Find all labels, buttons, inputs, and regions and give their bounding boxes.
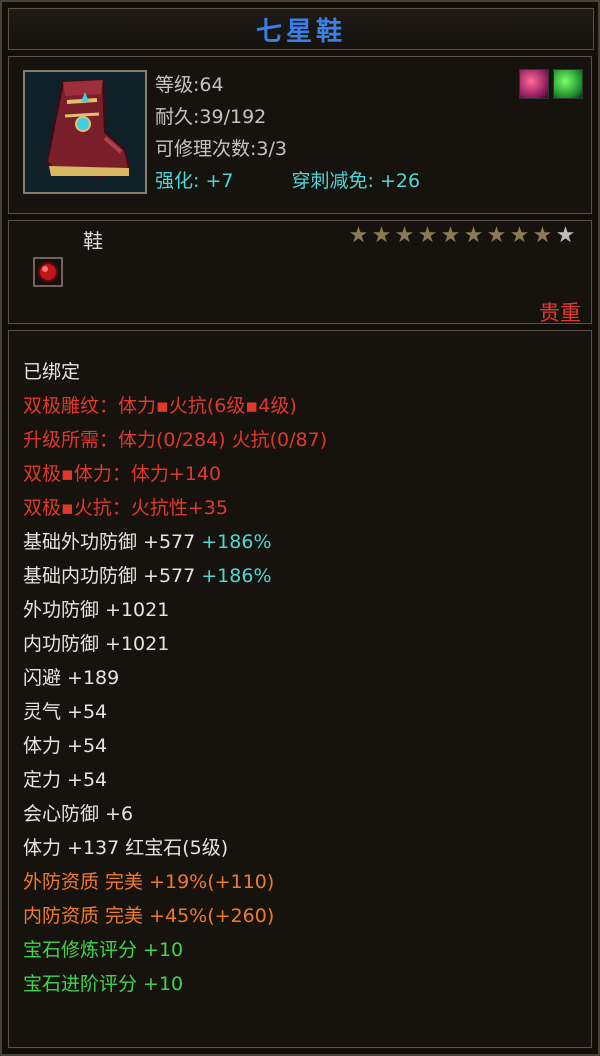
attribute-row: 双极雕纹：体力▪火抗(6级▪4级): [23, 389, 327, 423]
attribute-text: 体力 +137 红宝石(5级): [23, 837, 229, 859]
attribute-text: 外功防御 +1021: [23, 599, 170, 621]
star-rating: ★ ★ ★ ★ ★ ★ ★ ★ ★ ★: [347, 225, 577, 247]
attribute-text: 定力 +54: [23, 769, 108, 791]
attribute-row: 宝石进阶评分 +10: [23, 967, 327, 1001]
attribute-text: 基础外功防御 +577: [23, 531, 202, 553]
item-title-bar: 七星鞋: [8, 8, 594, 50]
attribute-text: 升级所需：体力(0/284) 火抗(0/87): [23, 429, 328, 451]
attribute-text: 已绑定: [23, 361, 81, 383]
repair-count-text: 可修理次数:3/3: [155, 138, 287, 160]
item-stats: 等级:64 耐久:39/192 可修理次数:3/3 强化: +7 穿刺减免: +…: [155, 69, 420, 197]
rarity-label: 贵重: [539, 301, 581, 325]
attribute-row: 双极▪体力：体力+140: [23, 457, 327, 491]
fire-rune-icon: [519, 69, 549, 99]
attribute-row: 外功防御 +1021: [23, 593, 327, 627]
attribute-row: 升级所需：体力(0/284) 火抗(0/87): [23, 423, 327, 457]
attribute-text: 闪避 +189: [23, 667, 120, 689]
attribute-text: 会心防御 +6: [23, 803, 134, 825]
attribute-list: 已绑定双极雕纹：体力▪火抗(6级▪4级) 升级所需：体力(0/284) 火抗(0/…: [23, 355, 327, 1001]
attribute-row: 灵气 +54: [23, 695, 327, 729]
attribute-bonus: +186%: [201, 565, 272, 587]
attribute-row: 内防资质 完美 +45%(+260): [23, 899, 327, 933]
star-filled-icon: ★: [371, 223, 392, 248]
attribute-row: 定力 +54: [23, 763, 327, 797]
attribute-text: 外防资质 完美 +19%(+110): [23, 871, 275, 893]
attribute-text: 内防资质 完美 +45%(+260): [23, 905, 275, 927]
star-filled-icon: ★: [463, 223, 484, 248]
star-filled-icon: ★: [532, 223, 553, 248]
ruby-gem-icon: [33, 257, 63, 287]
pierce-reduction-text: 穿刺减免: +26: [291, 170, 421, 192]
attribute-row: 基础外功防御 +577 +186%: [23, 525, 327, 559]
attribute-row: 宝石修炼评分 +10: [23, 933, 327, 967]
nature-rune-icon: [553, 69, 583, 99]
level-text: 等级:64: [155, 74, 224, 96]
boot-icon: [23, 70, 147, 194]
attribute-row: 外防资质 完美 +19%(+110): [23, 865, 327, 899]
enhance-line: 强化: +7 穿刺减免: +26: [155, 165, 420, 197]
star-filled-icon: ★: [348, 223, 369, 248]
attributes-panel: 已绑定双极雕纹：体力▪火抗(6级▪4级) 升级所需：体力(0/284) 火抗(0/…: [8, 330, 592, 1048]
attribute-row: 内功防御 +1021: [23, 627, 327, 661]
attribute-text: 双极▪体力：体力+140: [23, 463, 222, 485]
item-tooltip: 七星鞋 等级:64 耐久:39/192 可修理次数:3/3 强化: +7 穿刺减…: [0, 0, 600, 1056]
enhance-text: 强化: +7: [155, 170, 234, 192]
attribute-text: 内功防御 +1021: [23, 633, 170, 655]
attribute-row: 闪避 +189: [23, 661, 327, 695]
attribute-text: 宝石进阶评分 +10: [23, 973, 184, 995]
star-filled-icon: ★: [509, 223, 530, 248]
attribute-row: 会心防御 +6: [23, 797, 327, 831]
star-empty-icon: ★: [555, 223, 576, 248]
item-type-panel: 鞋 ★ ★ ★ ★ ★ ★ ★ ★ ★ ★ 贵重: [8, 220, 592, 325]
attribute-row: 已绑定: [23, 355, 327, 389]
attribute-row: 体力 +54: [23, 729, 327, 763]
attribute-text: 双极雕纹：体力▪火抗(6级▪4级): [23, 395, 297, 417]
star-filled-icon: ★: [486, 223, 507, 248]
star-filled-icon: ★: [440, 223, 461, 248]
item-title: 七星鞋: [255, 16, 346, 47]
item-summary-panel: 等级:64 耐久:39/192 可修理次数:3/3 强化: +7 穿刺减免: +…: [8, 56, 592, 214]
attribute-text: 双极▪火抗：火抗性+35: [23, 497, 228, 519]
attribute-text: 体力 +54: [23, 735, 108, 757]
durability-text: 耐久:39/192: [155, 106, 267, 128]
item-type: 鞋: [83, 229, 103, 253]
attribute-text: 基础内功防御 +577: [23, 565, 202, 587]
attribute-text: 宝石修炼评分 +10: [23, 939, 184, 961]
star-filled-icon: ★: [417, 223, 438, 248]
attribute-row: 体力 +137 红宝石(5级): [23, 831, 327, 865]
attribute-row: 基础内功防御 +577 +186%: [23, 559, 327, 593]
status-icons: [519, 69, 583, 99]
attribute-text: 灵气 +54: [23, 701, 108, 723]
star-filled-icon: ★: [394, 223, 415, 248]
attribute-row: 双极▪火抗：火抗性+35: [23, 491, 327, 525]
attribute-bonus: +186%: [201, 531, 272, 553]
